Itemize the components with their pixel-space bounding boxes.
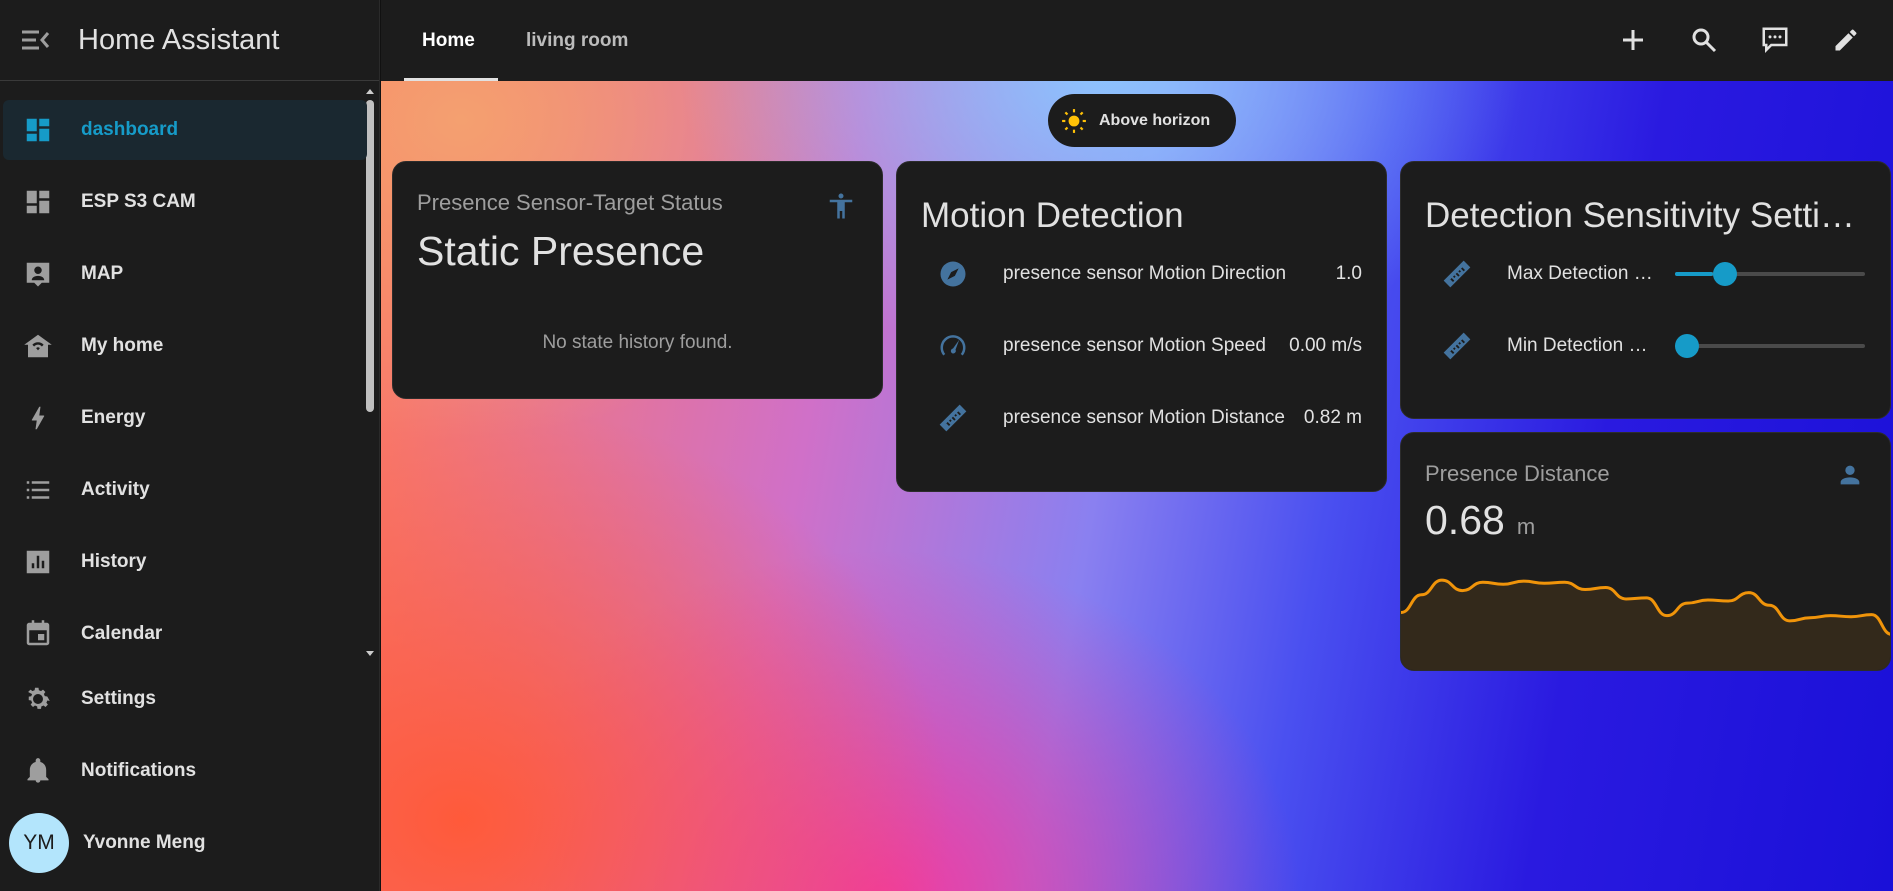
number-slider-row: Max Detection Distance <box>1401 254 1890 294</box>
presence-status-card[interactable]: Presence Sensor-Target Status Static Pre… <box>392 161 883 399</box>
slider[interactable] <box>1675 262 1865 286</box>
empty-history-text: No state history found. <box>542 332 733 353</box>
entity-name: presence sensor Motion Distance <box>1003 407 1285 428</box>
distance-value: 0.68 <box>1425 497 1505 543</box>
badge-label: Above horizon <box>1099 111 1211 129</box>
presence-distance-card[interactable]: Presence Distance 0.68 m <box>1400 432 1891 671</box>
add-icon[interactable] <box>1617 24 1649 56</box>
view-dashboard-icon <box>22 186 54 218</box>
account-icon <box>1836 461 1864 494</box>
entity-name: Max Detection Distance <box>1507 263 1657 284</box>
sidebar-item-map[interactable]: MAP <box>3 244 367 304</box>
entity-value: 1.0 <box>1335 263 1362 284</box>
sidebar-item-label: Notifications <box>81 760 197 781</box>
sidebar-item-label: History <box>81 551 147 572</box>
slider-knob[interactable] <box>1713 262 1737 286</box>
sidebar-item-label: MAP <box>81 263 124 284</box>
sun-badge[interactable]: Above horizon <box>1048 94 1236 147</box>
lightning-icon <box>22 402 54 434</box>
tab-living-room[interactable]: living room <box>526 0 628 81</box>
sidebar-item-dashboard[interactable]: dashboard <box>3 100 367 160</box>
top-bar: Home living room <box>381 0 1893 81</box>
gear-icon <box>22 683 54 715</box>
sidebar-item-label: ESP S3 CAM <box>81 191 196 212</box>
card-name: Presence Distance <box>1425 461 1610 486</box>
sidebar-item-label: Energy <box>81 407 146 428</box>
assist-chat-icon[interactable] <box>1759 24 1791 56</box>
entity-row[interactable]: presence sensor Motion Speed 0.00 m/s <box>897 326 1386 366</box>
sidebar-item-esp-s3-cam[interactable]: ESP S3 CAM <box>3 172 367 232</box>
home-wifi-icon <box>22 330 54 362</box>
sun-icon <box>1061 108 1087 134</box>
card-name: Presence Sensor-Target Status <box>417 190 723 215</box>
entity-value: 0.82 m <box>1303 407 1362 428</box>
ruler-icon <box>1437 330 1477 362</box>
sensitivity-card: Detection Sensitivity Settings Max Detec… <box>1400 161 1891 419</box>
card-title: Detection Sensitivity Settings <box>1425 196 1870 235</box>
sidebar-item-label: Activity <box>81 479 150 500</box>
entity-row[interactable]: presence sensor Motion Direction 1.0 <box>897 254 1386 294</box>
sidebar-item-calendar[interactable]: Calendar <box>3 604 367 658</box>
scroll-up-arrow[interactable] <box>366 89 374 94</box>
state-value: Static Presence <box>417 228 705 274</box>
view-dashboard-icon <box>22 114 54 146</box>
speedometer-icon <box>933 331 973 361</box>
collapse-menu-icon[interactable] <box>22 29 62 51</box>
number-slider-row: Min Detection Distance <box>1401 326 1890 366</box>
slider[interactable] <box>1675 334 1865 358</box>
entity-name: Min Detection Distance <box>1507 335 1657 356</box>
sidebar-item-activity[interactable]: Activity <box>3 460 367 520</box>
sidebar-item-label: My home <box>81 335 164 356</box>
avatar: YM <box>9 813 69 873</box>
format-list-icon <box>22 474 54 506</box>
sidebar-item-energy[interactable]: Energy <box>3 388 367 448</box>
sidebar-item-label: Settings <box>81 688 156 709</box>
sidebar: Home Assistant dashboard ESP S3 CAM MAP My … <box>0 0 380 891</box>
entity-name: presence sensor Motion Direction <box>1003 263 1287 284</box>
sidebar-scrollbar[interactable] <box>366 100 374 412</box>
chart-box-icon <box>22 546 54 578</box>
app-title: Home Assistant <box>78 23 280 56</box>
edit-pencil-icon[interactable] <box>1830 24 1862 56</box>
calendar-icon <box>22 618 54 650</box>
slider-fill <box>1675 272 1713 276</box>
sidebar-item-label: Calendar <box>81 623 163 644</box>
ruler-icon <box>933 402 973 434</box>
distance-unit: m <box>1516 514 1536 539</box>
sidebar-item-user[interactable]: YM Yvonne Meng <box>3 813 367 873</box>
entity-row[interactable]: presence sensor Motion Distance 0.82 m <box>897 398 1386 438</box>
bell-icon <box>22 755 54 787</box>
human-icon <box>826 190 856 227</box>
sidebar-item-notifications[interactable]: Notifications <box>3 741 367 801</box>
sidebar-item-my-home[interactable]: My home <box>3 316 367 376</box>
sidebar-item-label: dashboard <box>81 119 179 140</box>
sidebar-item-settings[interactable]: Settings <box>3 669 367 729</box>
card-title: Motion Detection <box>921 196 1184 235</box>
account-box-icon <box>22 258 54 290</box>
user-name: Yvonne Meng <box>83 832 206 853</box>
ruler-icon <box>1437 258 1477 290</box>
search-icon[interactable] <box>1688 24 1720 56</box>
entity-name: presence sensor Motion Speed <box>1003 335 1266 356</box>
entity-value: 0.00 m/s <box>1289 335 1362 356</box>
compass-icon <box>933 259 973 289</box>
sidebar-item-history[interactable]: History <box>3 532 367 592</box>
sparkline-area <box>1401 580 1890 670</box>
tab-home[interactable]: Home <box>404 0 498 81</box>
motion-detection-card: Motion Detection presence sensor Motion … <box>896 161 1387 492</box>
slider-knob[interactable] <box>1675 334 1699 358</box>
distance-sparkline <box>1401 578 1890 670</box>
scroll-down-arrow[interactable] <box>366 651 374 656</box>
